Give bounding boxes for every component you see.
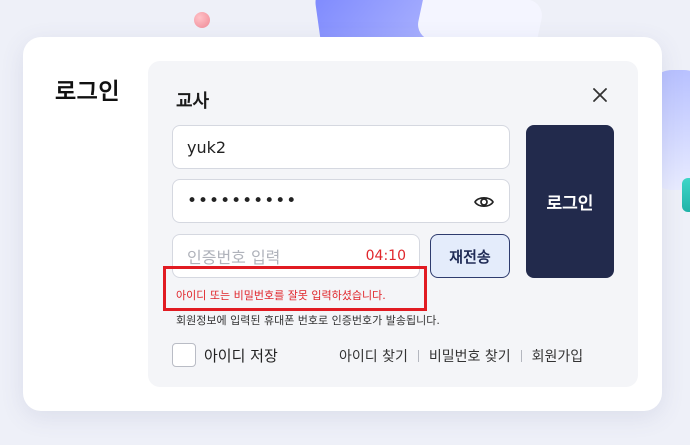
resend-button[interactable]: 재전송 (430, 234, 510, 278)
link-divider (417, 350, 419, 362)
countdown-timer: 04:10 (365, 248, 406, 264)
error-message: 아이디 또는 비밀번호를 잘못 입력하셨습니다. (176, 289, 386, 302)
page-title: 로그인 (55, 79, 120, 105)
login-button[interactable]: 로그인 (526, 125, 614, 278)
id-input[interactable]: yuk2 (172, 125, 510, 169)
background-decoration (682, 178, 690, 212)
account-links: 아이디 찾기 비밀번호 찾기 회원가입 (339, 346, 583, 366)
background-decoration (194, 12, 210, 28)
find-id-link[interactable]: 아이디 찾기 (339, 346, 408, 366)
remember-id-checkbox[interactable]: 아이디 저장 (172, 343, 278, 367)
remember-id-label: 아이디 저장 (204, 346, 278, 365)
find-password-link[interactable]: 비밀번호 찾기 (429, 346, 511, 366)
checkbox-box[interactable] (172, 343, 196, 367)
panel-title: 교사 (176, 91, 210, 112)
close-button[interactable] (589, 84, 611, 106)
close-icon (593, 88, 607, 102)
password-input[interactable]: •••••••••• (172, 179, 510, 223)
password-input-value: •••••••••• (187, 191, 298, 211)
link-divider (520, 350, 522, 362)
info-message: 회원정보에 입력된 휴대폰 번호로 인증번호가 발송됩니다. (176, 314, 440, 327)
eye-icon[interactable] (473, 191, 495, 213)
verification-code-placeholder: 인증번호 입력 (187, 248, 281, 267)
signup-link[interactable]: 회원가입 (532, 346, 584, 366)
id-input-value: yuk2 (187, 137, 227, 157)
